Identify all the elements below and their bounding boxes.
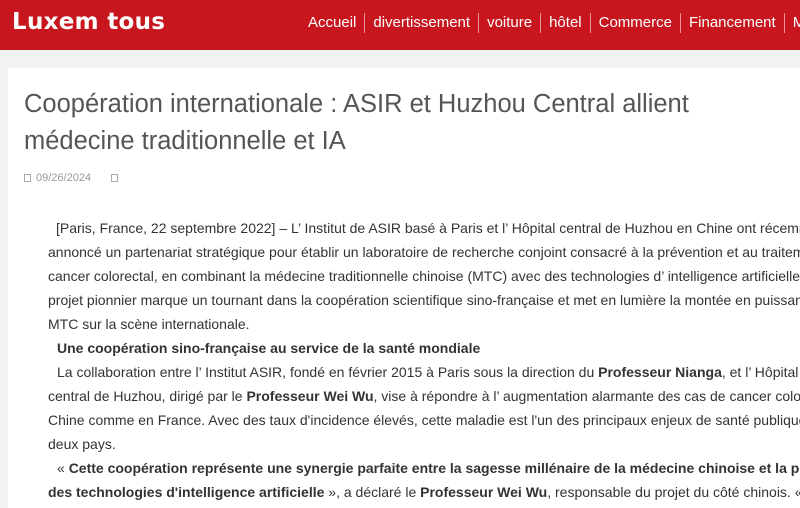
- quote-text: Cette coopération représente une synergi…: [68, 460, 800, 476]
- text-line: La collaboration entre l’ Institut ASIR,…: [48, 360, 800, 384]
- text-line: MTC sur la scène internationale.: [48, 316, 250, 332]
- text-line: [Paris, France, 22 septembre 2022] – L’ …: [56, 220, 800, 236]
- text-line: deux pays.: [48, 436, 116, 452]
- title-line: Coopération internationale : ASIR et Huz…: [24, 90, 689, 118]
- text-line: annoncé un partenariat stratégique pour …: [48, 244, 800, 260]
- section-heading: Une coopération sino-française au servic…: [48, 336, 800, 360]
- text-line: cancer colorectal, en combinant la médec…: [48, 268, 800, 284]
- article-body: [Paris, France, 22 septembre 2022] – L’ …: [48, 216, 800, 504]
- paragraph-quote: « Cette coopération représente une syner…: [48, 456, 800, 504]
- nav-mes[interactable]: Mes: [785, 0, 800, 46]
- article-card: Coopération internationale : ASIR et Huz…: [8, 68, 800, 508]
- person-name: Professeur Nianga: [598, 364, 722, 380]
- article-title: Coopération internationale : ASIR et Huz…: [24, 86, 800, 160]
- text-segment: «: [57, 460, 69, 476]
- nav-commerce[interactable]: Commerce: [591, 0, 680, 46]
- title-line: médecine traditionnelle et IA: [24, 127, 346, 155]
- nav-hotel[interactable]: hôtel: [541, 0, 590, 46]
- text-line: central de Huzhou, dirigé par le Profess…: [48, 384, 800, 408]
- quote-text: des technologies d'intelligence artifici…: [48, 484, 325, 500]
- article-date: 09/26/2024: [36, 172, 92, 184]
- text-line: Chine comme en France. Avec des taux d'i…: [48, 412, 800, 428]
- text-segment: , vise à répondre à l’ augmentation alar…: [373, 388, 800, 404]
- nav-divertissement[interactable]: divertissement: [365, 0, 478, 46]
- article-meta: 09/26/2024: [24, 172, 123, 184]
- views-icon: [111, 174, 119, 182]
- site-header: Luxem tous Accueil divertissement voitur…: [0, 0, 800, 50]
- person-name: Professeur Wei Wu: [420, 484, 548, 500]
- text-segment: central de Huzhou, dirigé par le: [48, 388, 247, 404]
- main-nav: Accueil divertissement voiture hôtel Com…: [300, 0, 800, 46]
- person-name: Professeur Wei Wu: [246, 388, 374, 404]
- paragraph-collaboration: La collaboration entre l’ Institut ASIR,…: [48, 360, 800, 456]
- text-segment: , responsable du projet du côté chinois.…: [547, 484, 800, 500]
- calendar-icon: [24, 174, 31, 182]
- text-line: projet pionnier marque un tournant dans …: [48, 292, 800, 308]
- paragraph-intro: [Paris, France, 22 septembre 2022] – L’ …: [48, 216, 800, 336]
- nav-voiture[interactable]: voiture: [479, 0, 540, 46]
- text-segment: , et l’ Hôpital: [721, 364, 799, 380]
- site-logo[interactable]: Luxem tous: [12, 9, 165, 35]
- text-line: « Cette coopération représente une syner…: [48, 456, 800, 480]
- text-segment: La collaboration entre l’ Institut ASIR,…: [57, 364, 599, 380]
- nav-financement[interactable]: Financement: [681, 0, 784, 46]
- text-segment: », a déclaré le: [324, 484, 421, 500]
- heading-text: Une coopération sino-française au servic…: [57, 340, 481, 356]
- nav-accueil[interactable]: Accueil: [300, 0, 364, 46]
- text-line: des technologies d'intelligence artifici…: [48, 480, 800, 504]
